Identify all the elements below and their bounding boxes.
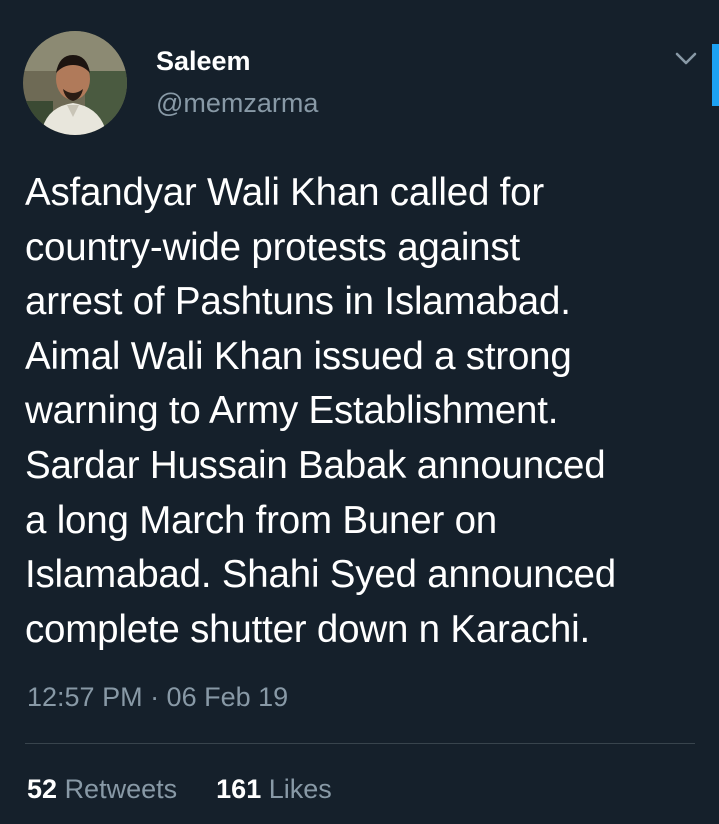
tweet-stats: 52 Retweets 161 Likes (27, 772, 332, 806)
tweet-timestamp[interactable]: 12:57 PM · 06 Feb 19 (27, 680, 288, 714)
retweets-stat[interactable]: 52 Retweets (27, 774, 185, 804)
retweets-count: 52 (27, 774, 58, 804)
scroll-indicator (712, 44, 719, 106)
user-display-name[interactable]: Saleem (156, 44, 251, 78)
chevron-down-icon[interactable] (672, 44, 700, 72)
retweets-label: Retweets (64, 774, 178, 804)
likes-count: 161 (216, 774, 262, 804)
tweet-card: Saleem @memzarma Asfandyar Wali Khan cal… (0, 0, 719, 824)
divider (25, 743, 695, 744)
user-handle[interactable]: @memzarma (156, 86, 318, 120)
likes-stat[interactable]: 161 Likes (209, 774, 332, 804)
user-photo-icon (23, 31, 127, 135)
tweet-text: Asfandyar Wali Khan called for country-w… (25, 171, 616, 651)
likes-label: Likes (268, 774, 332, 804)
avatar[interactable] (23, 31, 127, 135)
